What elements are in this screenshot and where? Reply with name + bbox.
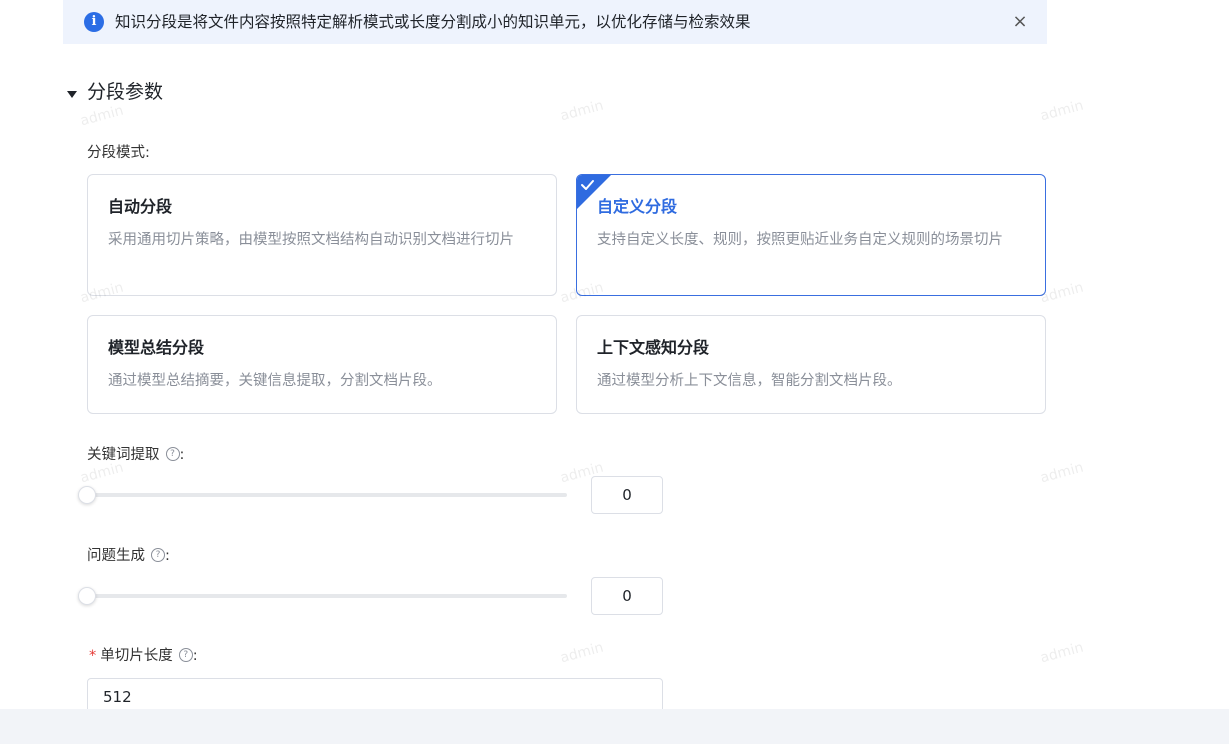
label-colon: : [179, 447, 185, 463]
watermark: admin [1038, 97, 1086, 125]
option-desc: 通过模型分析上下文信息，智能分割文档片段。 [597, 373, 902, 389]
keyword-extraction-label: 关键词提取?: [87, 445, 184, 465]
info-alert: i 知识分段是将文件内容按照特定解析模式或长度分割成小的知识单元，以优化存储与检… [63, 0, 1047, 44]
keyword-extraction-slider[interactable] [87, 493, 567, 497]
option-title: 上下文感知分段 [597, 338, 710, 357]
question-slider-handle[interactable] [78, 587, 96, 605]
chunk-length-label: * 单切片长度?: [89, 646, 198, 666]
watermark: admin [78, 102, 126, 130]
watermark: admin [1038, 639, 1086, 667]
option-desc: 通过模型总结摘要，关键信息提取，分割文档片段。 [108, 373, 442, 389]
alert-text: 知识分段是将文件内容按照特定解析模式或长度分割成小的知识单元，以优化存储与检索效… [115, 13, 751, 31]
label-colon: : [165, 548, 170, 564]
help-icon[interactable]: ? [165, 447, 180, 461]
option-title: 自动分段 [108, 197, 173, 216]
segment-option-context-aware[interactable]: 上下文感知分段 通过模型分析上下文信息，智能分割文档片段。 [576, 315, 1046, 414]
close-icon[interactable]: × [1010, 12, 1030, 32]
watermark: admin [1038, 459, 1086, 487]
section-title[interactable]: 分段参数 [87, 79, 163, 105]
segment-option-custom[interactable]: 自定义分段 支持自定义长度、规则，按照更贴近业务自定义规则的场景切片 [576, 174, 1046, 296]
info-icon: i [84, 12, 104, 32]
help-icon[interactable]: ? [151, 548, 165, 562]
option-desc: 支持自定义长度、规则，按照更贴近业务自定义规则的场景切片 [597, 232, 1003, 248]
question-generation-label: 问题生成?: [87, 546, 170, 566]
segment-option-auto[interactable]: 自动分段 采用通用切片策略，由模型按照文档结构自动识别文档进行切片 [87, 174, 557, 296]
footer-bar [0, 709, 1229, 744]
watermark: admin [558, 97, 606, 125]
label-text: 问题生成 [87, 548, 145, 564]
label-text: 单切片长度 [100, 648, 173, 664]
keyword-extraction-input[interactable]: 0 [591, 476, 663, 514]
segment-option-model-summary[interactable]: 模型总结分段 通过模型总结摘要，关键信息提取，分割文档片段。 [87, 315, 557, 414]
required-star: * [89, 648, 97, 664]
segment-mode-label: 分段模式: [87, 145, 150, 161]
option-desc: 采用通用切片策略，由模型按照文档结构自动识别文档进行切片 [108, 232, 514, 248]
option-title: 模型总结分段 [108, 338, 205, 357]
option-title: 自定义分段 [597, 197, 678, 216]
watermark: admin [558, 639, 606, 667]
caret-down-icon[interactable] [67, 89, 77, 99]
label-colon: : [192, 648, 198, 664]
keyword-slider-handle[interactable] [78, 486, 96, 504]
question-generation-slider[interactable] [87, 594, 567, 598]
question-generation-input[interactable]: 0 [591, 577, 663, 615]
label-text: 关键词提取 [87, 447, 160, 463]
help-icon[interactable]: ? [178, 648, 193, 662]
